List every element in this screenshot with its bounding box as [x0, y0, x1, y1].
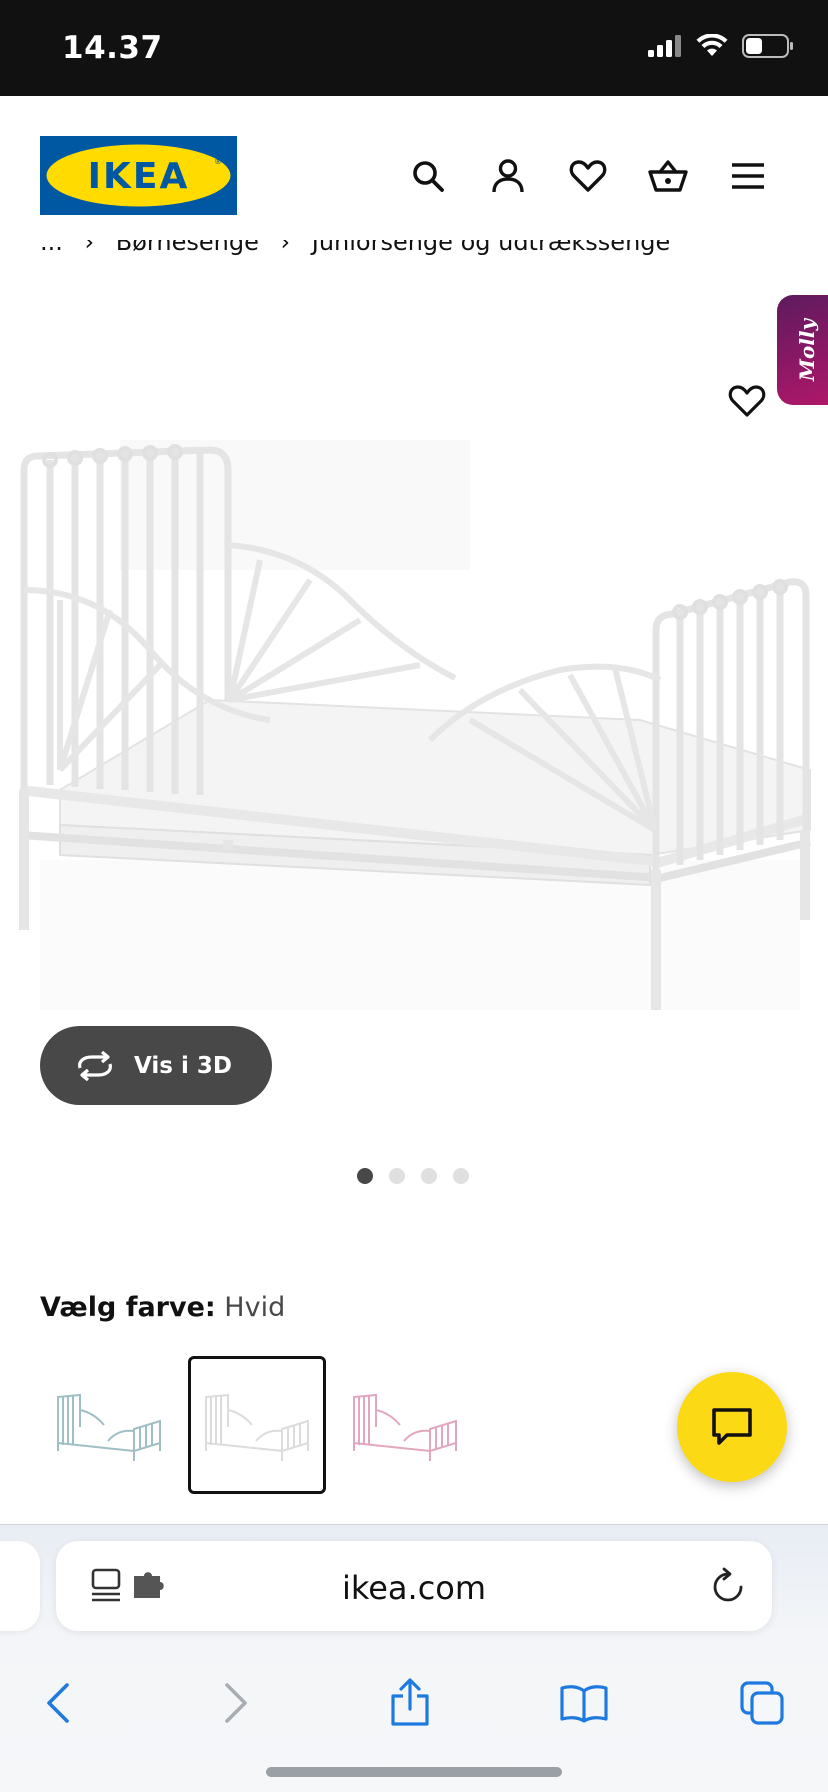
- status-time: 14.37: [62, 30, 163, 66]
- molly-assistant-tab[interactable]: Molly: [777, 295, 828, 405]
- previous-tab-peek[interactable]: [0, 1541, 40, 1631]
- molly-label: Molly: [795, 318, 820, 382]
- site-header: IKEA ®: [0, 96, 828, 244]
- reload-button[interactable]: [710, 1567, 746, 1609]
- account-icon: [492, 159, 524, 193]
- product-image-bed: [0, 270, 828, 1050]
- heart-icon: [728, 385, 766, 417]
- color-selector-heading: Vælg farve: Hvid: [40, 1292, 285, 1323]
- home-indicator: [266, 1767, 562, 1777]
- heart-icon: [569, 160, 607, 192]
- menu-icon: [732, 163, 764, 189]
- browser-chrome: ikea.com: [0, 1524, 828, 1792]
- ikea-logo[interactable]: IKEA ®: [40, 136, 237, 215]
- color-label: Vælg farve:: [40, 1292, 216, 1323]
- wifi-icon: [696, 34, 728, 56]
- basket-button[interactable]: [644, 152, 692, 200]
- color-option-light-blue[interactable]: [40, 1356, 178, 1494]
- reload-icon: [713, 1567, 743, 1602]
- view-in-3d-label: Vis i 3D: [134, 1052, 232, 1079]
- tabs-icon: [740, 1681, 784, 1725]
- svg-text:IKEA: IKEA: [88, 156, 190, 197]
- forward-icon: [225, 1683, 247, 1723]
- battery-icon: [742, 34, 793, 58]
- wishlist-button[interactable]: [564, 152, 612, 200]
- carousel-dot-3[interactable]: [421, 1168, 437, 1184]
- url-text: ikea.com: [341, 1569, 487, 1607]
- bookmarks-button[interactable]: [554, 1673, 614, 1733]
- share-button[interactable]: [380, 1673, 440, 1733]
- search-button[interactable]: [404, 152, 452, 200]
- color-option-pink[interactable]: [336, 1356, 474, 1494]
- back-icon: [47, 1683, 69, 1723]
- carousel-dot-1[interactable]: [357, 1168, 373, 1184]
- carousel-dot-4[interactable]: [453, 1168, 469, 1184]
- carousel-dots: [357, 1168, 469, 1184]
- share-icon: [391, 1678, 429, 1726]
- chat-bubble-icon: [712, 1408, 752, 1445]
- basket-icon: [648, 160, 688, 192]
- tabs-button[interactable]: [732, 1673, 792, 1733]
- rotate-3d-icon: [78, 1050, 112, 1081]
- carousel-dot-2[interactable]: [389, 1168, 405, 1184]
- bookmarks-icon: [560, 1685, 608, 1723]
- menu-button[interactable]: [724, 152, 772, 200]
- address-bar[interactable]: ikea.com: [56, 1541, 772, 1631]
- account-button[interactable]: [484, 152, 532, 200]
- status-bar: 14.37: [0, 0, 828, 96]
- search-icon: [413, 161, 444, 192]
- browser-toolbar: [0, 1653, 828, 1753]
- add-to-wishlist-button[interactable]: [722, 376, 772, 426]
- color-value: Hvid: [224, 1292, 286, 1323]
- color-option-white[interactable]: [188, 1356, 326, 1494]
- bed-thumbnail-pink: [353, 1393, 457, 1461]
- chat-button[interactable]: [677, 1372, 787, 1482]
- bed-thumbnail-white: [205, 1393, 309, 1461]
- color-swatches: [40, 1356, 474, 1494]
- view-in-3d-button[interactable]: Vis i 3D: [40, 1026, 272, 1105]
- forward-button[interactable]: [206, 1673, 266, 1733]
- back-button[interactable]: [28, 1673, 88, 1733]
- status-icons: [648, 34, 794, 58]
- bed-thumbnail-light-blue: [57, 1393, 161, 1461]
- cellular-signal-icon: [648, 35, 681, 57]
- svg-text:®: ®: [214, 157, 222, 166]
